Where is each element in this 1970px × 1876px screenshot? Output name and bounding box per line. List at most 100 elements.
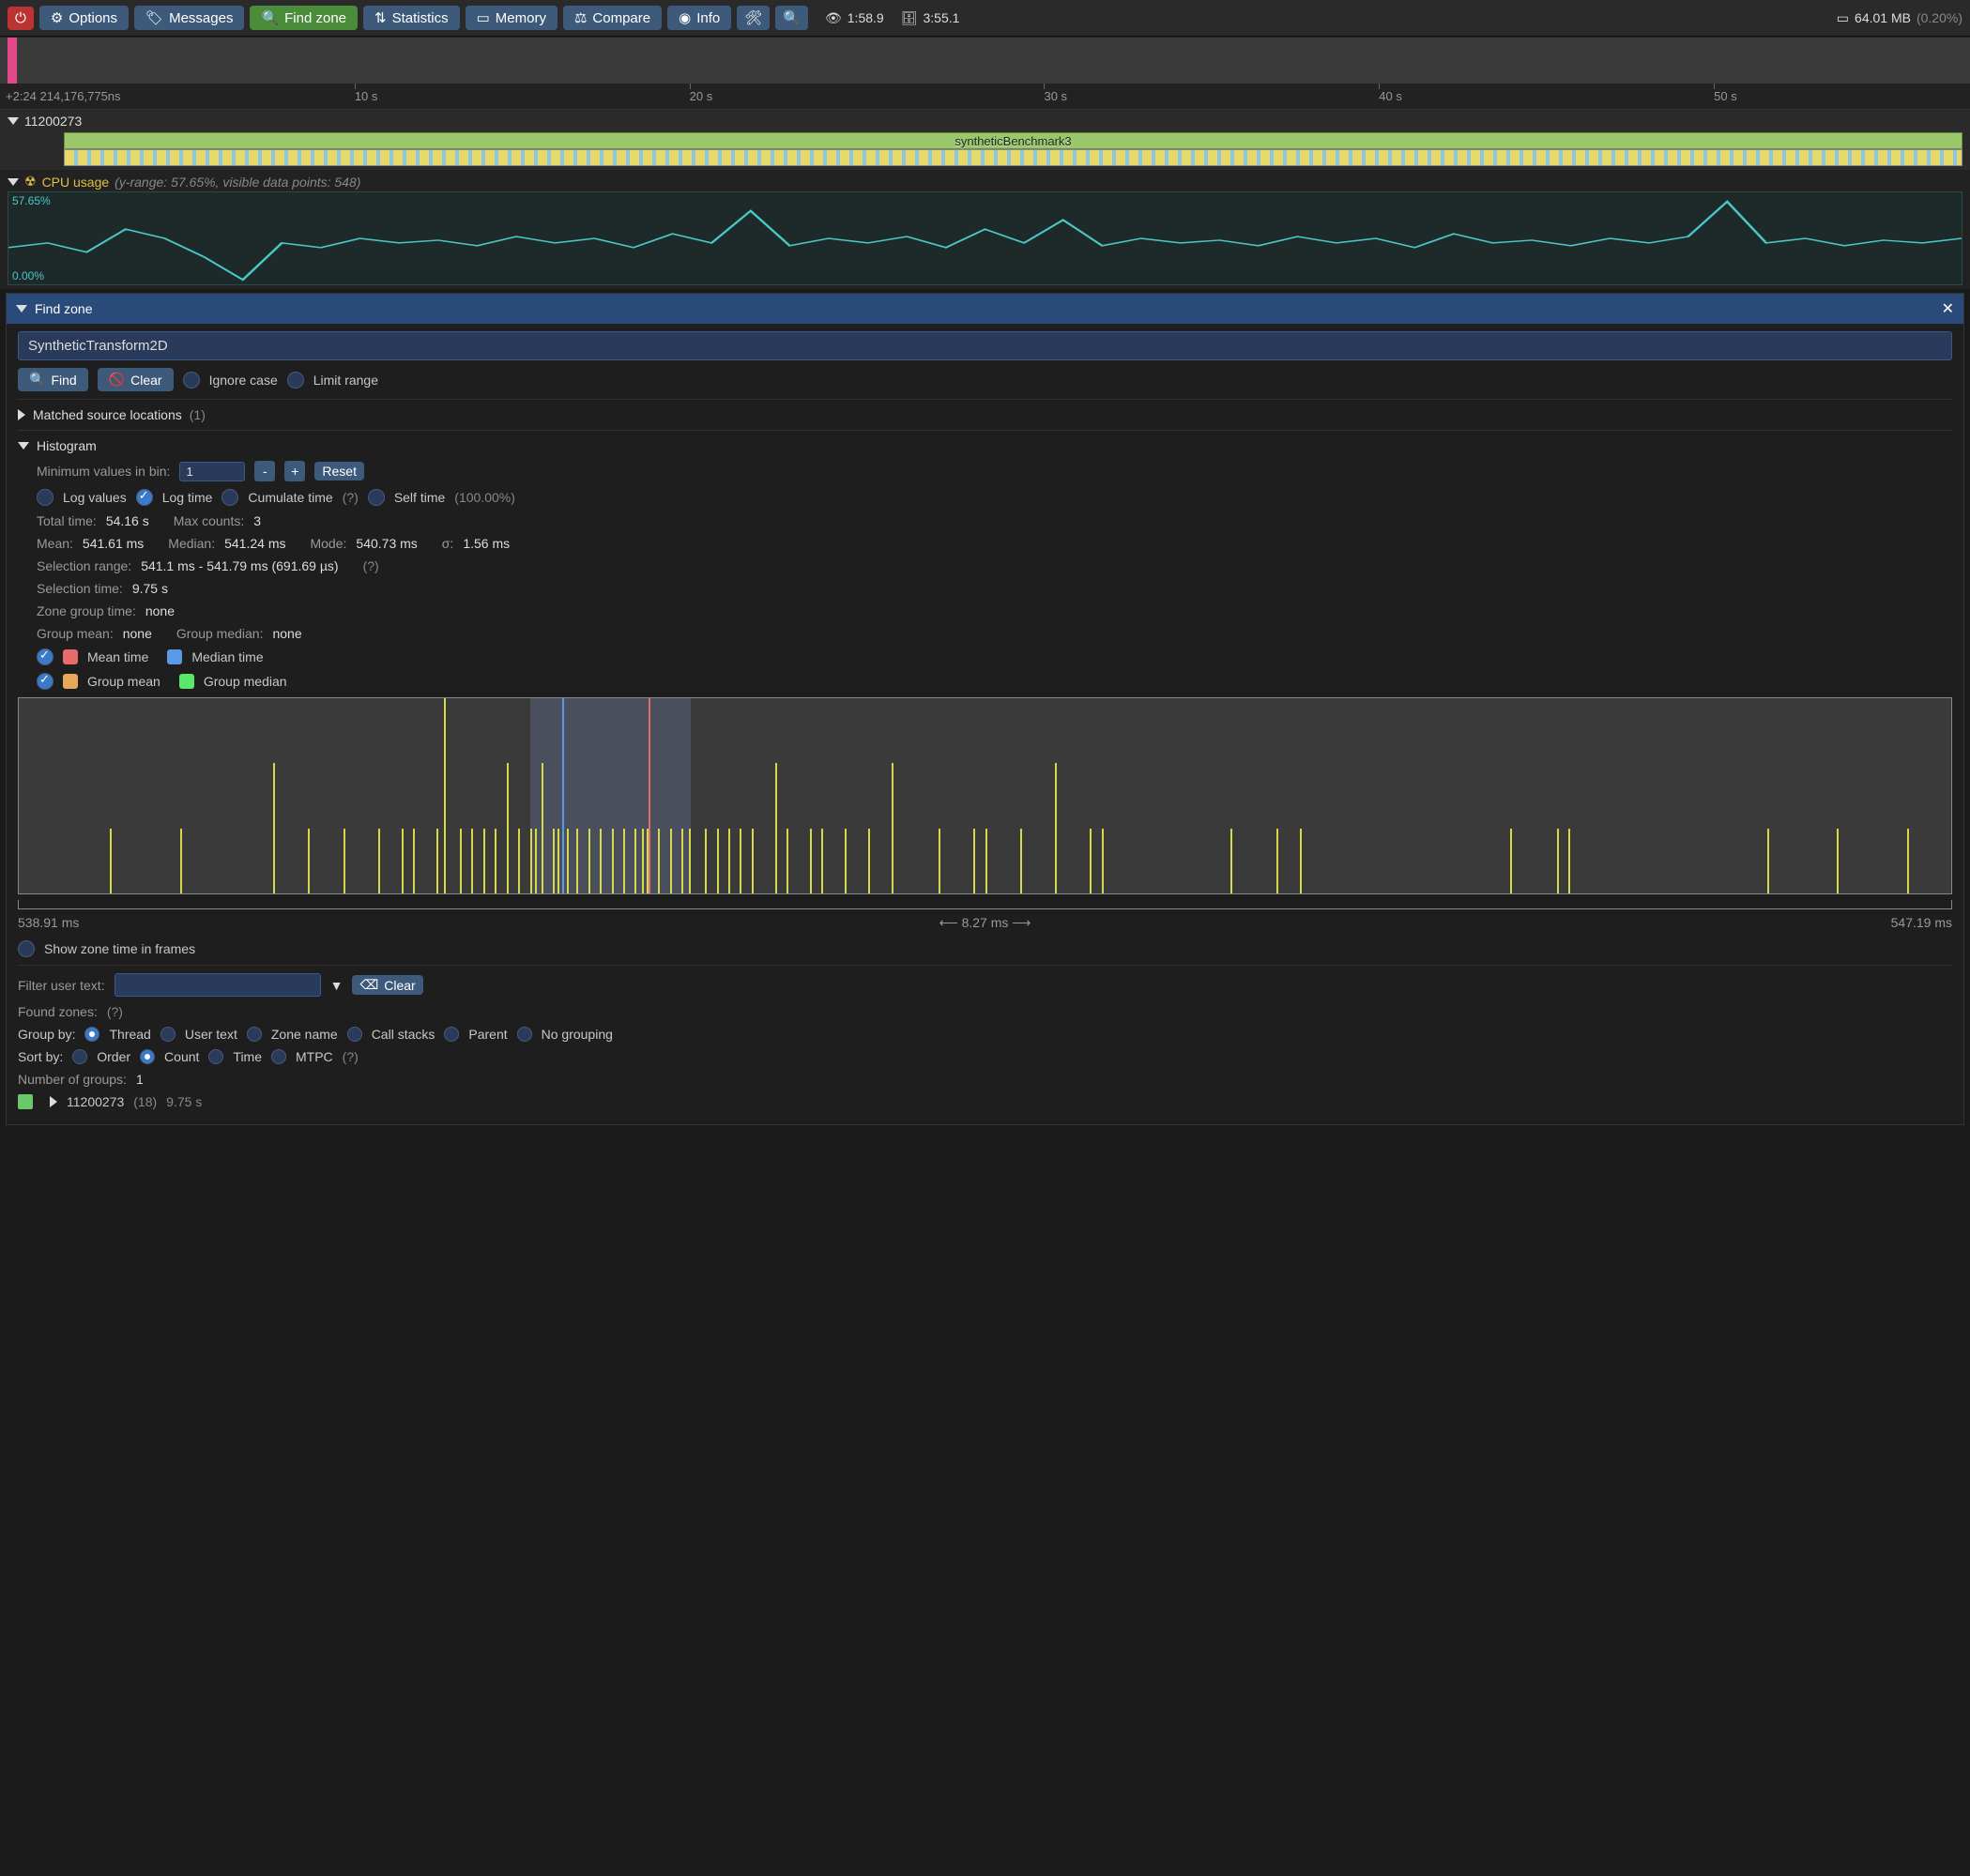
compare-button[interactable]: ⚖Compare — [563, 6, 662, 30]
filter-clear-button[interactable]: ⌫ Clear — [352, 975, 422, 995]
frame-marker — [8, 38, 17, 84]
min-bin-label: Minimum values in bin: — [37, 464, 170, 479]
expand-icon — [18, 409, 25, 420]
sort-time-radio[interactable] — [208, 1049, 223, 1064]
group-user-radio[interactable] — [160, 1027, 176, 1042]
search-icon: 🔍 — [261, 9, 279, 26]
minus-button[interactable]: - — [254, 461, 275, 481]
cpu-track: ☢ CPU usage (y-range: 57.65%, visible da… — [0, 170, 1970, 289]
ignore-case-checkbox[interactable] — [183, 372, 200, 389]
memory-icon: ▭ — [477, 9, 490, 26]
cpu-chart[interactable]: 57.65% 0.00% — [8, 191, 1962, 285]
group-thread-radio[interactable] — [84, 1027, 99, 1042]
info-button[interactable]: ◉Info — [667, 6, 731, 30]
statistics-button[interactable]: ⇅Statistics — [363, 6, 460, 30]
zoom-button[interactable]: 🔍 — [775, 6, 808, 30]
zoom-icon: 🔍 — [783, 9, 801, 26]
zone-bar-children[interactable] — [64, 149, 1962, 166]
histogram-axis — [18, 900, 1952, 909]
group-none-radio[interactable] — [517, 1027, 532, 1042]
eye-icon: 👁 — [825, 10, 842, 26]
hist-xmax: 547.19 ms — [1891, 915, 1952, 931]
thread-header[interactable]: 11200273 — [8, 114, 1962, 129]
cpu-icon: ☢ — [24, 174, 37, 190]
self-time-checkbox[interactable] — [368, 489, 385, 506]
mean-time-checkbox[interactable] — [37, 648, 53, 665]
expand-icon — [50, 1096, 57, 1107]
group-zone-radio[interactable] — [247, 1027, 262, 1042]
database-icon: 🗄 — [901, 10, 918, 26]
fingerprint-icon: ◉ — [679, 9, 691, 26]
cpu-y-min: 0.00% — [12, 269, 44, 282]
hist-xmin: 538.91 ms — [18, 915, 79, 931]
clear-button[interactable]: 🚫Clear — [98, 368, 174, 391]
find-zone-button[interactable]: 🔍Find zone — [250, 6, 358, 30]
plus-button[interactable]: + — [284, 461, 305, 481]
funnel-icon[interactable]: ▼ — [330, 978, 344, 993]
min-bin-input[interactable] — [179, 462, 245, 481]
capture-time: 🗄3:55.1 — [901, 10, 960, 26]
cpu-y-max: 57.65% — [12, 194, 51, 207]
cpu-label: CPU usage — [42, 175, 110, 190]
matched-locations-header[interactable]: Matched source locations (1) — [18, 407, 1952, 422]
mean-color-chip — [63, 649, 78, 664]
result-row[interactable]: 11200273 (18) 9.75 s — [18, 1094, 1952, 1109]
group-calls-radio[interactable] — [347, 1027, 362, 1042]
tools-button[interactable]: 🛠 — [737, 6, 770, 30]
log-time-checkbox[interactable] — [136, 489, 153, 506]
group-mean-checkbox[interactable] — [37, 673, 53, 690]
close-button[interactable]: ✕ — [1942, 299, 1954, 318]
collapse-icon — [8, 178, 19, 186]
median-color-chip — [167, 649, 182, 664]
group-median-color-chip — [179, 674, 194, 689]
filter-input[interactable] — [115, 973, 321, 997]
cpu-header[interactable]: ☢ CPU usage (y-range: 57.65%, visible da… — [8, 174, 1962, 190]
zone-bar-root[interactable]: syntheticBenchmark3 — [64, 132, 1962, 149]
ruler-tick: 20 s — [690, 89, 713, 103]
thread-track: 11200273 syntheticBenchmark3 — [0, 110, 1970, 170]
cumulate-checkbox[interactable] — [221, 489, 238, 506]
scale-icon: ⚖ — [574, 9, 587, 26]
gear-icon: ⚙ — [51, 9, 63, 26]
search-icon: 🔍 — [29, 372, 45, 388]
main-toolbar: ⏻ ⚙Options 🏷Messages 🔍Find zone ⇅Statist… — [0, 0, 1970, 37]
sort-mtpc-radio[interactable] — [271, 1049, 286, 1064]
limit-range-label: Limit range — [313, 373, 378, 388]
chip-icon: ▭ — [1837, 10, 1849, 26]
sort-order-radio[interactable] — [72, 1049, 87, 1064]
hist-xrange: ⟵ 8.27 ms ⟶ — [79, 915, 1890, 931]
ruler-start: +2:24 214,176,775ns — [6, 89, 121, 103]
frames-overview[interactable] — [0, 37, 1970, 84]
cpu-detail: (y-range: 57.65%, visible data points: 5… — [115, 175, 360, 190]
memory-button[interactable]: ▭Memory — [466, 6, 557, 30]
reset-button[interactable]: Reset — [314, 462, 364, 480]
options-button[interactable]: ⚙Options — [39, 6, 129, 30]
find-button[interactable]: 🔍Find — [18, 368, 88, 391]
limit-range-checkbox[interactable] — [287, 372, 304, 389]
messages-button[interactable]: 🏷Messages — [134, 6, 244, 30]
power-button[interactable]: ⏻ — [8, 7, 34, 30]
log-values-checkbox[interactable] — [37, 489, 53, 506]
show-frames-checkbox[interactable] — [18, 940, 35, 957]
tag-icon: 🏷 — [145, 9, 163, 26]
histogram-chart[interactable] — [18, 697, 1952, 894]
sort-count-radio[interactable] — [140, 1049, 155, 1064]
timeline-ruler[interactable]: +2:24 214,176,775ns 10 s 20 s 30 s 40 s … — [0, 84, 1970, 110]
group-mean-color-chip — [63, 674, 78, 689]
collapse-icon — [18, 442, 29, 450]
result-color-chip — [18, 1094, 33, 1109]
panel-header[interactable]: Find zone ✕ — [7, 294, 1963, 324]
view-time: 👁1:58.9 — [825, 10, 884, 26]
histogram-header[interactable]: Histogram — [18, 438, 1952, 453]
collapse-icon — [16, 305, 27, 313]
sort-icon: ⇅ — [374, 9, 387, 26]
wrench-icon: 🛠 — [744, 9, 762, 26]
panel-title: Find zone — [35, 301, 92, 316]
ruler-tick: 50 s — [1714, 89, 1737, 103]
thread-id: 11200273 — [24, 114, 82, 129]
search-input[interactable] — [18, 331, 1952, 360]
backspace-icon: ⌫ — [359, 977, 378, 993]
group-parent-radio[interactable] — [444, 1027, 459, 1042]
find-zone-panel: Find zone ✕ 🔍Find 🚫Clear Ignore case Lim… — [6, 293, 1964, 1125]
ruler-tick: 10 s — [355, 89, 378, 103]
